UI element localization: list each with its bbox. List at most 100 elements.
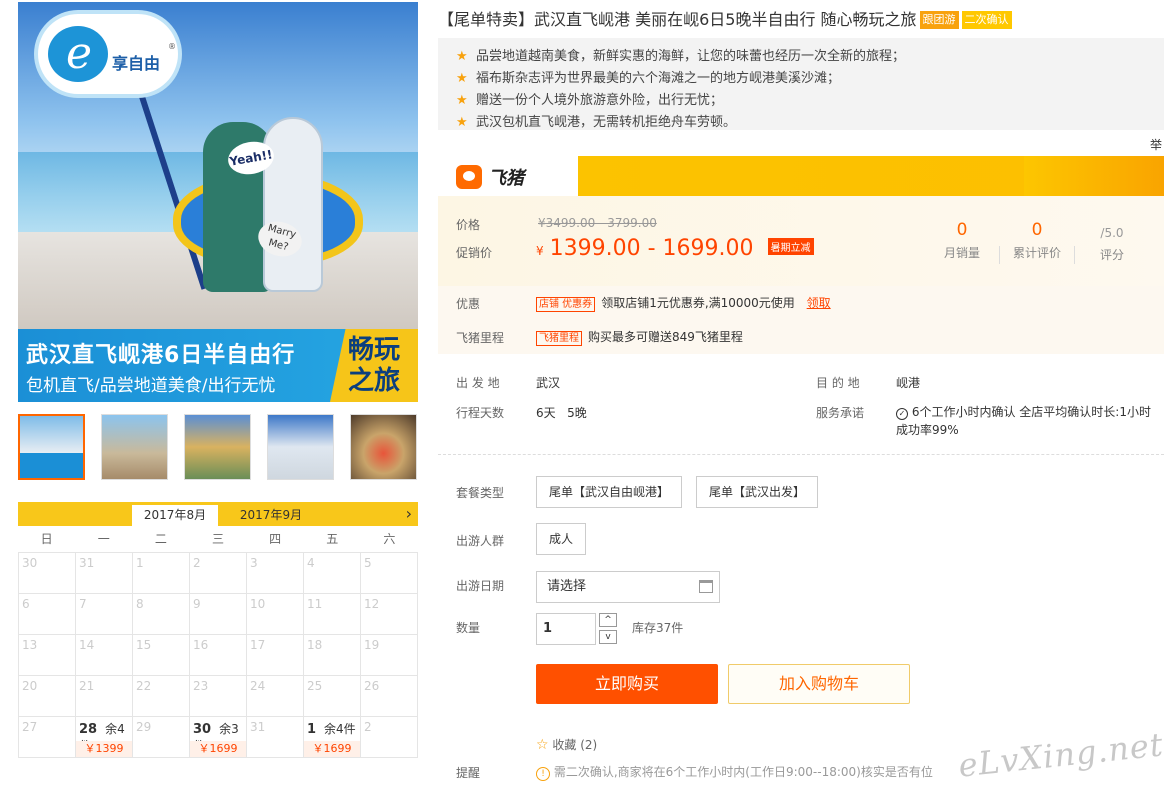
day-number: 9: [193, 597, 201, 611]
tab-month-aug[interactable]: 2017年8月: [132, 505, 218, 526]
day-number: 15: [136, 638, 152, 652]
info-circle-icon: !: [536, 767, 550, 781]
calendar-day: 17: [247, 635, 304, 676]
coupon-row: 店铺 优惠券 领取店铺1元优惠券,满10000元使用 领取: [536, 294, 831, 312]
report-link[interactable]: 举: [1150, 136, 1162, 153]
day-number: 30: [193, 722, 212, 737]
price-panel: 价格 ¥3499.00 - 3799.00 促销价 ¥1399.00 - 169…: [438, 196, 1164, 286]
hero-banner: 武汉直飞岘港6日半自由行 包机直飞/品尝地道美食/出行无忧 畅玩之旅: [18, 329, 418, 402]
thumbnail-2[interactable]: [101, 414, 168, 480]
calendar-day-available[interactable]: 28余4件￥1399: [76, 717, 133, 758]
qty-label: 数量: [456, 621, 481, 635]
thumbnail-5[interactable]: [350, 414, 417, 480]
qty-up-icon[interactable]: ^: [599, 613, 617, 627]
thumbnail-strip: [18, 414, 418, 482]
day-number: 21: [79, 679, 95, 693]
day-number: 18: [307, 638, 323, 652]
calendar-day: 2: [361, 717, 418, 758]
calendar-day-available[interactable]: 30余3件￥1699: [190, 717, 247, 758]
feature-item: 品尝地道越南美食，新鲜实惠的海鲜，让您的味蕾也经历一次全新的旅程；: [456, 46, 1164, 68]
tour-tag: 跟团游: [919, 11, 959, 29]
day-number: 22: [136, 679, 152, 693]
calendar-day: 1: [133, 553, 190, 594]
fliggy-bar: 飞猪: [438, 156, 1164, 196]
promo-price: ¥1399.00 - 1699.00 暑期立减: [536, 236, 814, 261]
calendar-weekdays: 日一二三四五六: [18, 526, 418, 552]
stat-monthly-sales: 0 月销量: [943, 220, 980, 260]
calendar-day: 7: [76, 594, 133, 635]
day-number: 6: [22, 597, 30, 611]
confirm-tag: 二次确认: [961, 11, 1012, 29]
calendar-header: 2017年8月 2017年9月 ›: [18, 502, 418, 526]
calendar-day: 25: [304, 676, 361, 717]
day-number: 2: [193, 556, 201, 570]
sale-tag: 暑期立减: [767, 238, 814, 255]
day-number: 7: [79, 597, 87, 611]
day-number: 28: [79, 722, 98, 737]
day-number: 30: [22, 556, 38, 570]
calendar-day: 22: [133, 676, 190, 717]
add-to-cart-button[interactable]: 加入购物车: [728, 664, 910, 704]
calendar-day: 19: [361, 635, 418, 676]
next-month-icon[interactable]: ›: [406, 502, 412, 526]
day-stock: 余4件: [324, 722, 356, 736]
person-woman: [263, 117, 323, 292]
stat-reviews[interactable]: 0 累计评价: [1000, 220, 1074, 261]
promo-label: 促销价: [456, 246, 493, 260]
calendar-day: 26: [361, 676, 418, 717]
qty-down-icon[interactable]: v: [599, 630, 617, 644]
day-number: 3: [250, 556, 258, 570]
remind-label: 提醒: [456, 766, 481, 780]
favorite-button[interactable]: ☆ 收藏 (2): [536, 736, 597, 753]
feature-list: 品尝地道越南美食，新鲜实惠的海鲜，让您的味蕾也经历一次全新的旅程； 福布斯杂志评…: [438, 38, 1164, 134]
calendar-day: 6: [19, 594, 76, 635]
crowd-option-adult[interactable]: 成人: [536, 523, 587, 555]
day-number: 31: [250, 720, 266, 734]
dest-value: 岘港: [896, 376, 921, 390]
package-option-2[interactable]: 尾单【武汉出发】: [696, 476, 819, 508]
thumbnail-3[interactable]: [184, 414, 251, 480]
calendar-day: 20: [19, 676, 76, 717]
calendar-day-available[interactable]: 1 余4件 ￥1699: [304, 717, 361, 758]
thumbnail-4[interactable]: [267, 414, 334, 480]
product-title: 【尾单特卖】武汉直飞岘港 美丽在岘6日5晚半自由行 随心畅玩之旅 跟团游 二次确认: [438, 6, 1012, 30]
day-number: 14: [79, 638, 95, 652]
claim-coupon-link[interactable]: 领取: [807, 296, 831, 310]
day-number: 13: [22, 638, 38, 652]
calendar-day: 30: [19, 553, 76, 594]
weekday-label: 五: [326, 532, 339, 546]
tab-month-sep[interactable]: 2017年9月: [228, 505, 314, 526]
package-label: 套餐类型: [456, 486, 505, 500]
date-picker-input[interactable]: 请选择: [536, 571, 720, 603]
calendar-day: 12: [361, 594, 418, 635]
coupon-tag: 店铺 优惠券: [536, 297, 596, 312]
day-number: 31: [79, 556, 95, 570]
calendar-grid: 30 31 1 2 3 4 5 6 7 8 9 10 11 12 13 14 15 16 17 18 19 20 21 22 2…: [18, 552, 418, 758]
coupon-panel: 优惠 店铺 优惠券 领取店铺1元优惠券,满10000元使用 领取 飞猪里程 飞猪里…: [438, 286, 1164, 354]
day-number: 8: [136, 597, 144, 611]
package-option-1[interactable]: 尾单【武汉自由岘港】: [536, 476, 683, 508]
depart-value: 武汉: [536, 376, 561, 390]
crowd-label: 出游人群: [456, 534, 505, 548]
product-main-image: Yeah!! Marry Me? 享自由 ® 武汉直飞岘港6日半自由行 包机直飞…: [18, 2, 418, 402]
calendar-day: 27: [19, 717, 76, 758]
days-label: 行程天数: [456, 406, 505, 420]
thumbnail-1[interactable]: [18, 414, 85, 480]
date-label: 出游日期: [456, 579, 505, 593]
buy-now-button[interactable]: 立即购买: [536, 664, 718, 704]
calendar-day: 2: [190, 553, 247, 594]
dest-label: 目 的 地: [816, 376, 860, 390]
miles-row: 飞猪里程 购买最多可赠送849飞猪里程: [536, 328, 743, 346]
quantity-input[interactable]: 1: [536, 613, 596, 645]
coupon-label: 优惠: [456, 297, 481, 311]
calendar-day: 8: [133, 594, 190, 635]
calendar-day: 16: [190, 635, 247, 676]
calendar-day: 31: [76, 553, 133, 594]
day-number: 23: [193, 679, 209, 693]
day-price: ￥1399: [76, 741, 132, 757]
weekday-label: 六: [383, 532, 396, 546]
calendar-day: 4: [304, 553, 361, 594]
stock-text: 库存37件: [632, 621, 684, 635]
brand-logo: 享自由 ®: [38, 14, 178, 94]
service-value: ✓ 6个工作小时内确认 全店平均确认时长:1小时 成功率99%: [896, 405, 1151, 437]
